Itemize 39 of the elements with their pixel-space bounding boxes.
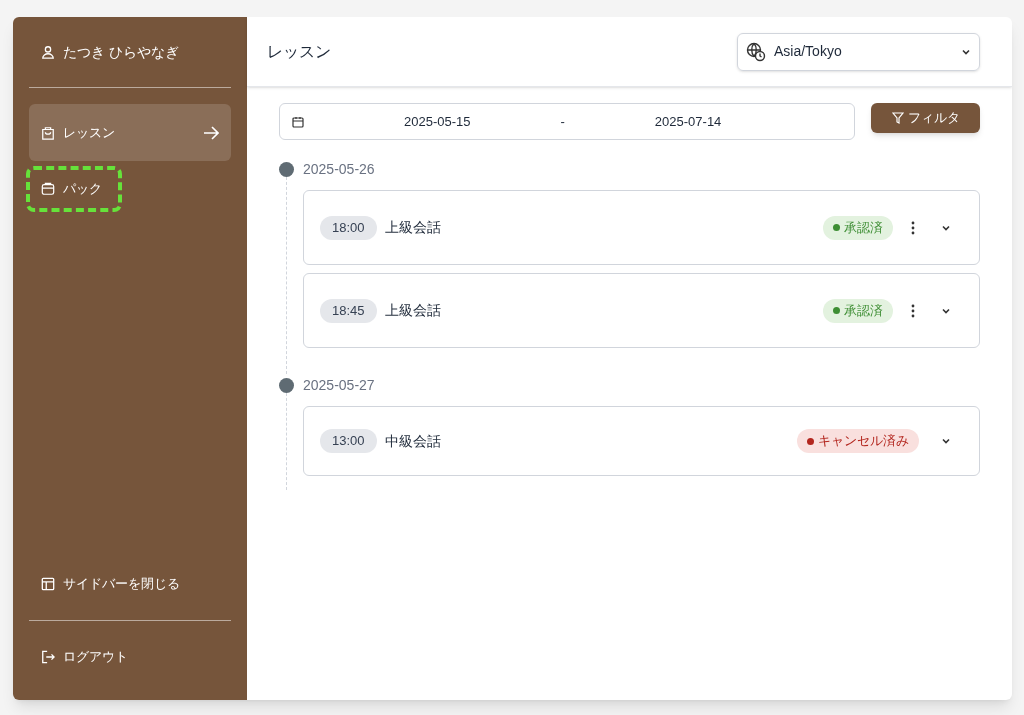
filter-button[interactable]: フィルタ [871, 103, 980, 133]
bag-icon [41, 125, 55, 140]
lesson-card[interactable]: 13:00 中級会話 キャンセル済み [303, 406, 980, 476]
status-badge: キャンセル済み [797, 429, 919, 453]
timezone-select[interactable]: Asia/Tokyo [737, 32, 980, 71]
lesson-card[interactable]: 18:45 上級会話 承認済 [303, 273, 980, 348]
sidebar-item[interactable]: レッスン [29, 104, 231, 161]
logout-icon [41, 650, 55, 664]
day-date: 2025-05-27 [303, 376, 376, 395]
more-icon [911, 220, 915, 235]
lesson-card[interactable]: 18:00 上級会話 承認済 [303, 190, 980, 265]
start-date: 2025-05-15 [404, 112, 471, 131]
user-name: たつき ひらやなぎ [63, 42, 179, 62]
user-icon [41, 45, 55, 59]
lesson-title: 中級会話 [384, 431, 442, 451]
range-separator: - [560, 112, 565, 131]
calendar-icon [292, 115, 304, 128]
end-date: 2025-07-14 [654, 112, 722, 131]
logout-button[interactable]: ログアウト [29, 635, 231, 679]
status-badge: 承認済 [823, 215, 893, 240]
lesson-title: 上級会話 [384, 218, 442, 237]
status-badge: 承認済 [823, 298, 893, 323]
globe-clock-icon [746, 41, 766, 62]
lesson-title: 上級会話 [384, 301, 442, 320]
page-title: レッスン [267, 41, 331, 62]
filter-icon [891, 112, 904, 124]
time-chip: 13:00 [320, 429, 377, 453]
day-date: 2025-05-26 [303, 160, 376, 179]
chevron-down-icon [941, 436, 951, 446]
time-chip: 18:00 [320, 215, 377, 240]
sidebar-item[interactable]: パック [29, 169, 118, 209]
time-chip: 18:45 [320, 298, 377, 323]
sidebar-icon [41, 577, 55, 591]
box-icon [41, 182, 55, 196]
expand-button[interactable] [941, 436, 951, 446]
date-range-field[interactable]: 2025-05-15 - 2025-07-14 [279, 103, 855, 140]
more-icon [911, 303, 915, 318]
arrow-right-icon [203, 125, 219, 140]
collapse-sidebar-button[interactable]: サイドバーを閉じる [29, 562, 231, 606]
